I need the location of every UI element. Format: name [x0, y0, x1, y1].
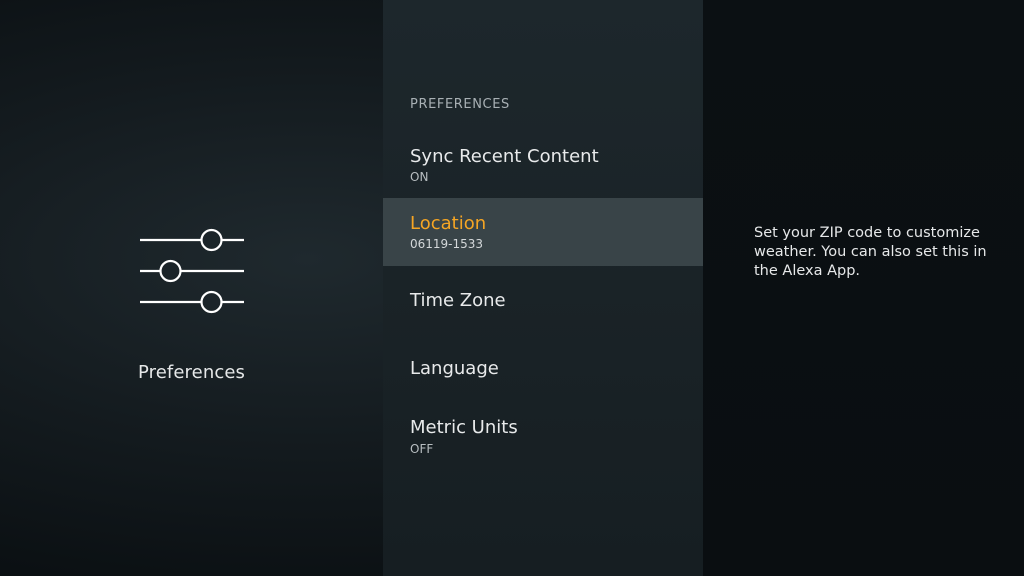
menu-item-value: ON [410, 170, 429, 184]
menu-item-metric-units[interactable]: Metric Units OFF [383, 402, 703, 470]
menu-item-label: Time Zone [410, 290, 506, 311]
menu-item-value: 06119-1533 [410, 237, 484, 251]
menu-item-label: Location [410, 213, 487, 234]
settings-screen: Preferences PREFERENCES Sync Recent Cont… [0, 0, 1024, 576]
menu-item-language[interactable]: Language [383, 334, 703, 402]
sliders-icon [140, 228, 244, 314]
menu-item-label: Metric Units [410, 417, 518, 438]
menu-item-sync-recent-content[interactable]: Sync Recent Content ON [383, 132, 703, 200]
description-text: Set your ZIP code to customize weather. … [754, 225, 987, 279]
menu-item-value: OFF [410, 442, 434, 456]
category-panel: Preferences [0, 0, 383, 576]
menu-item-label: Language [410, 358, 499, 379]
menu-item-label: Sync Recent Content [410, 146, 599, 167]
menu-header: PREFERENCES [410, 97, 510, 112]
menu-item-time-zone[interactable]: Time Zone [383, 266, 703, 334]
preferences-menu: PREFERENCES Sync Recent Content ON Locat… [383, 0, 703, 576]
category-title: Preferences [138, 362, 245, 383]
description-panel: Set your ZIP code to customize weather. … [703, 0, 1024, 576]
menu-item-location[interactable]: Location 06119-1533 [383, 198, 703, 266]
